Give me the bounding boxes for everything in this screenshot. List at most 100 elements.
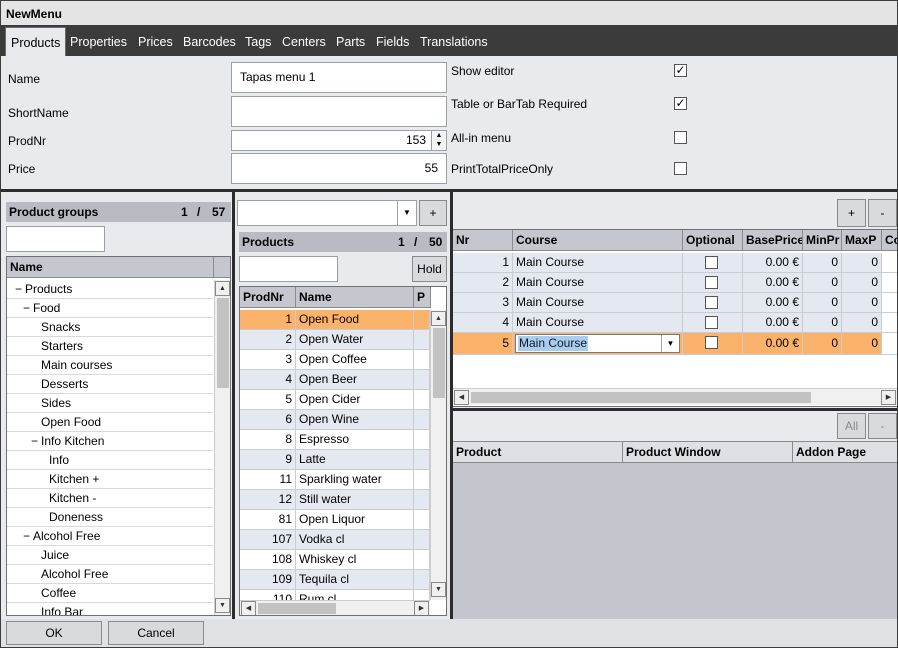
price-input[interactable]: 55 [231,153,447,184]
collapse-toggle-icon[interactable]: − [23,527,30,546]
tree-item[interactable]: − Products [7,280,213,299]
products-column-p[interactable]: P [414,287,431,308]
scroll-left-icon[interactable]: ◀ [454,390,469,405]
course-select[interactable]: Main Course ▼ [515,334,680,353]
table-row[interactable]: 5 Open Cider [240,390,430,410]
courses-column-baseprice[interactable]: BasePrice [743,230,803,251]
table-row[interactable]: 109 Tequila cl [240,570,430,590]
tree-item[interactable]: Open Food [7,413,213,432]
table-row[interactable]: 4 Open Beer [240,370,430,390]
scroll-down-icon[interactable]: ▼ [431,582,446,597]
chevron-down-icon[interactable]: ▼ [661,335,679,352]
tree-item[interactable]: Snacks [7,318,213,337]
product-groups-column-name[interactable]: Name [7,257,214,278]
print-total-checkbox[interactable] [674,162,687,175]
courses-column-co[interactable]: Co [882,230,897,251]
products-filter-select[interactable]: ▼ [237,200,417,226]
scroll-thumb[interactable] [433,328,445,398]
table-row[interactable]: 11 Sparkling water [240,470,430,490]
optional-checkbox[interactable] [705,276,718,289]
table-row[interactable]: 2 Open Water [240,330,430,350]
chevron-down-icon[interactable]: ▼ [397,201,416,225]
table-row[interactable]: 1 Main Course 0.00 €0 0 [453,253,897,273]
table-row[interactable]: 3 Open Coffee [240,350,430,370]
show-editor-checkbox[interactable]: ✓ [674,64,687,77]
addons-column-product[interactable]: Product [453,442,623,463]
cancel-button[interactable]: Cancel [108,621,204,645]
tree-item[interactable]: Main courses [7,356,213,375]
scroll-left-icon[interactable]: ◀ [241,601,256,615]
collapse-toggle-icon[interactable]: − [15,280,22,299]
courses-column-maxprice[interactable]: MaxP [842,230,882,251]
table-row[interactable]: 9 Latte [240,450,430,470]
table-row[interactable]: 5 Main Course ▼ 0.00 €0 0 [453,333,897,355]
scroll-thumb[interactable] [217,298,229,388]
ok-button[interactable]: OK [6,621,102,645]
courses-hscrollbar[interactable]: ◀ ▶ [453,388,897,405]
product-groups-search-input[interactable] [6,226,105,252]
tree-item[interactable]: − Food [7,299,213,318]
addons-column-addon-page[interactable]: Addon Page [793,442,897,463]
scroll-thumb[interactable] [471,392,811,403]
tree-item[interactable]: Desserts [7,375,213,394]
courses-column-course[interactable]: Course [513,230,683,251]
tab-translations[interactable]: Translations [420,25,488,56]
table-row[interactable]: 6 Open Wine [240,410,430,430]
scroll-up-icon[interactable]: ▲ [431,311,446,326]
tab-properties[interactable]: Properties [70,25,127,56]
tab-products[interactable]: Products [5,27,67,56]
tree-item[interactable]: Kitchen - [7,489,213,508]
tab-parts[interactable]: Parts [336,25,365,56]
add-course-button[interactable]: + [837,199,866,227]
scroll-right-icon[interactable]: ▶ [881,390,896,405]
products-vscrollbar[interactable]: ▲ ▼ [430,310,446,600]
remove-addon-button[interactable]: - [868,413,897,439]
tab-fields[interactable]: Fields [376,25,409,56]
tree-item[interactable]: Starters [7,337,213,356]
hold-button[interactable]: Hold [412,256,447,282]
courses-column-minprice[interactable]: MinPr [803,230,842,251]
allin-menu-checkbox[interactable] [674,131,687,144]
products-search-input[interactable] [239,256,338,282]
products-column-prodnr[interactable]: ProdNr [240,287,296,308]
scroll-down-icon[interactable]: ▼ [215,598,230,613]
table-row[interactable]: 12 Still water [240,490,430,510]
tree-item[interactable]: − Info Kitchen [7,432,213,451]
table-row[interactable]: 3 Main Course 0.00 €0 0 [453,293,897,313]
tree-item[interactable]: Info [7,451,213,470]
add-product-button[interactable]: + [419,200,447,226]
tree-item[interactable]: Kitchen + [7,470,213,489]
tree-item[interactable]: Coffee [7,584,213,603]
table-row[interactable]: 81 Open Liquor [240,510,430,530]
table-row[interactable]: 107 Vodka cl [240,530,430,550]
remove-course-button[interactable]: - [868,199,897,227]
all-button[interactable]: All [837,413,866,439]
tab-barcodes[interactable]: Barcodes [183,25,236,56]
table-row[interactable]: 110 Rum cl [240,590,430,600]
addons-column-product-window[interactable]: Product Window [623,442,793,463]
tree-item[interactable]: Doneness [7,508,213,527]
table-row[interactable]: 1 Open Food [240,310,430,330]
table-row[interactable]: 2 Main Course 0.00 €0 0 [453,273,897,293]
optional-checkbox[interactable] [705,256,718,269]
tree-item[interactable]: Info Bar [7,603,213,615]
products-column-name[interactable]: Name [296,287,414,308]
tree-item[interactable]: Sides [7,394,213,413]
scroll-right-icon[interactable]: ▶ [414,601,429,615]
courses-column-nr[interactable]: Nr [453,230,513,251]
scroll-up-icon[interactable]: ▲ [215,281,230,296]
tree-item[interactable]: − Alcohol Free [7,527,213,546]
tab-centers[interactable]: Centers [282,25,326,56]
table-row[interactable]: 108 Whiskey cl [240,550,430,570]
collapse-toggle-icon[interactable]: − [23,299,30,318]
tree-item[interactable]: Alcohol Free [7,565,213,584]
tab-tags[interactable]: Tags [245,25,271,56]
courses-column-optional[interactable]: Optional [683,230,743,251]
prodnr-spinner[interactable]: ▲ ▼ [431,131,446,150]
optional-checkbox[interactable] [705,296,718,309]
optional-checkbox[interactable] [705,336,718,349]
name-input[interactable]: Tapas menu 1 [231,62,447,93]
table-required-checkbox[interactable]: ✓ [674,97,687,110]
scroll-thumb[interactable] [258,603,336,614]
table-row[interactable]: 8 Espresso [240,430,430,450]
